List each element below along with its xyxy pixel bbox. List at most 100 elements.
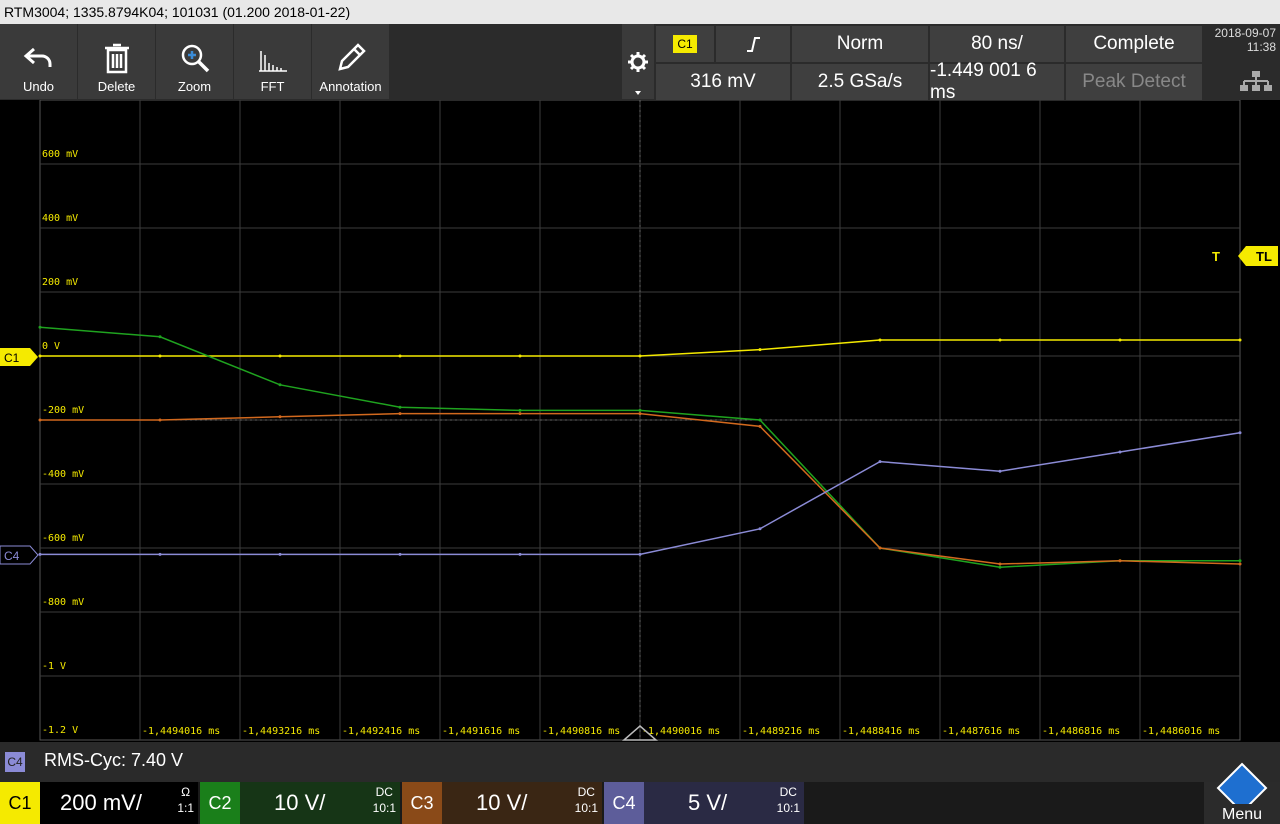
fft-icon xyxy=(258,51,287,72)
point-c4 xyxy=(1118,450,1122,454)
zoom-icon xyxy=(181,44,209,73)
measurement-bar xyxy=(0,742,1280,782)
point-c3 xyxy=(638,412,642,416)
channel-c3-coupling: DC 10:1 xyxy=(575,784,598,816)
point-c2 xyxy=(1238,559,1242,563)
rising-edge-icon xyxy=(747,37,760,52)
c4-ground-marker: C4 xyxy=(4,549,20,563)
time-position-cell[interactable]: -1.449 001 6 ms xyxy=(930,60,1064,103)
trigger-level: 316 mV xyxy=(690,71,756,92)
point-c1 xyxy=(398,354,402,358)
point-c2 xyxy=(398,405,402,409)
settings-button[interactable] xyxy=(622,24,654,99)
trigger-slope-cell[interactable] xyxy=(716,26,790,62)
point-c1 xyxy=(1238,338,1242,342)
channel-c2-ratio: 10:1 xyxy=(372,801,396,815)
acq-mode-cell[interactable]: Peak Detect xyxy=(1066,64,1202,100)
trigger-level-cell[interactable]: 316 mV xyxy=(656,64,790,100)
trigger-level-tag: TL xyxy=(1256,249,1272,264)
y-tick-label: -200 mV xyxy=(42,405,84,416)
point-c1 xyxy=(638,354,642,358)
y-tick-label: 600 mV xyxy=(42,149,78,160)
delete-button[interactable]: Delete xyxy=(78,24,155,99)
point-c2 xyxy=(518,408,522,412)
undo-label: Undo xyxy=(22,79,55,94)
waveform-plot[interactable]: 600 mV 400 mV 200 mV 0 V -200 mV -400 mV -600 … xyxy=(0,99,1280,742)
point-c1 xyxy=(878,338,882,342)
channel-c3-scale: 10 V/ xyxy=(476,790,528,815)
channel-c4-coupling: DC 10:1 xyxy=(777,784,800,816)
acq-state: Complete xyxy=(1093,33,1175,54)
y-tick-label: -800 mV xyxy=(42,597,84,608)
point-c1 xyxy=(158,354,162,358)
channel-c4-scale: 5 V/ xyxy=(688,790,728,815)
point-c4 xyxy=(38,552,42,556)
fft-button[interactable]: FFT xyxy=(234,24,311,99)
point-c3 xyxy=(998,562,1002,566)
point-c1 xyxy=(38,354,42,358)
channel-c3[interactable]: C3 10 V/ DC 10:1 xyxy=(402,782,602,824)
time-scale-cell[interactable]: 80 ns/ xyxy=(930,26,1064,62)
x-tick-label: -1,4491616 ms xyxy=(442,726,520,737)
point-c4 xyxy=(1238,431,1242,435)
toolbar: Undo Delete Zoom FFT Annotation C1 Norm … xyxy=(0,24,1280,103)
acq-state-cell[interactable]: Complete xyxy=(1066,26,1202,62)
point-c3 xyxy=(158,418,162,422)
date-text: 2018-09-07 xyxy=(1214,26,1276,40)
channel-c2-scale: 10 V/ xyxy=(274,790,326,815)
channel-c4-label: C4 xyxy=(604,782,644,824)
channel-c1-coupling: Ω 1:1 xyxy=(177,784,194,816)
sample-rate: 2.5 GSa/s xyxy=(817,71,903,92)
y-tick-label: -1.2 V xyxy=(42,725,78,736)
trigger-marker: T xyxy=(1212,249,1220,264)
menu-button[interactable]: Menu xyxy=(1204,762,1280,824)
point-c4 xyxy=(998,469,1002,473)
channel-c2-label: C2 xyxy=(200,782,240,824)
channel-c1[interactable]: C1 200 mV/ Ω 1:1 xyxy=(0,782,198,824)
point-c4 xyxy=(158,552,162,556)
x-tick-label: -1,4490816 ms xyxy=(542,726,620,737)
point-c2 xyxy=(758,418,762,422)
x-tick-label: -1,4488416 ms xyxy=(842,726,920,737)
zoom-button[interactable]: Zoom xyxy=(156,24,233,99)
waveform-display[interactable]: 600 mV 400 mV 200 mV 0 V -200 mV -400 mV -600 … xyxy=(0,99,1280,742)
point-c2 xyxy=(38,325,42,329)
point-c3 xyxy=(1118,559,1122,563)
zoom-label: Zoom xyxy=(177,79,212,94)
undo-button[interactable]: Undo xyxy=(0,24,77,99)
time-scale: 80 ns/ xyxy=(971,33,1023,54)
trigger-source: C1 xyxy=(673,35,697,53)
channel-c4[interactable]: C4 5 V/ DC 10:1 xyxy=(604,782,804,824)
sample-rate-cell[interactable]: 2.5 GSa/s xyxy=(792,64,928,100)
channel-c2-coupling-text: DC xyxy=(375,785,393,799)
fft-label: FFT xyxy=(260,79,285,94)
x-tick-label: -1,4493216 ms xyxy=(242,726,320,737)
channel-c2[interactable]: C2 10 V/ DC 10:1 xyxy=(200,782,400,824)
undo-icon xyxy=(23,47,51,67)
network-icon xyxy=(1240,71,1272,91)
title-text: RTM3004; 1335.8794K04; 101031 (01.200 20… xyxy=(4,4,351,20)
menu-label: Menu xyxy=(1221,806,1263,823)
annotation-button[interactable]: Annotation xyxy=(312,24,389,99)
point-c4 xyxy=(278,552,282,556)
channel-c1-ratio: 1:1 xyxy=(177,801,194,815)
point-c3 xyxy=(278,415,282,419)
acq-mode: Peak Detect xyxy=(1082,71,1186,92)
y-tick-label: -1 V xyxy=(42,661,66,672)
rs-logo-icon xyxy=(1216,762,1268,804)
title-bar: RTM3004; 1335.8794K04; 101031 (01.200 20… xyxy=(0,0,1280,24)
trigger-mode: Norm xyxy=(836,33,884,54)
x-tick-label: -1,4486016 ms xyxy=(1142,726,1220,737)
point-c4 xyxy=(518,552,522,556)
channel-c3-ratio: 10:1 xyxy=(574,801,598,815)
point-c4 xyxy=(638,552,642,556)
point-c1 xyxy=(758,348,762,352)
point-c2 xyxy=(278,383,282,387)
measurement-value[interactable]: RMS-Cyc: 7.40 V xyxy=(44,750,183,771)
channel-c4-coupling-text: DC xyxy=(779,785,797,799)
trigger-mode-cell[interactable]: Norm xyxy=(792,26,928,62)
y-tick-label: 0 V xyxy=(42,341,60,352)
x-tick-label: -1,4487616 ms xyxy=(942,726,1020,737)
trigger-source-cell[interactable]: C1 xyxy=(656,26,714,62)
point-c1 xyxy=(998,338,1002,342)
